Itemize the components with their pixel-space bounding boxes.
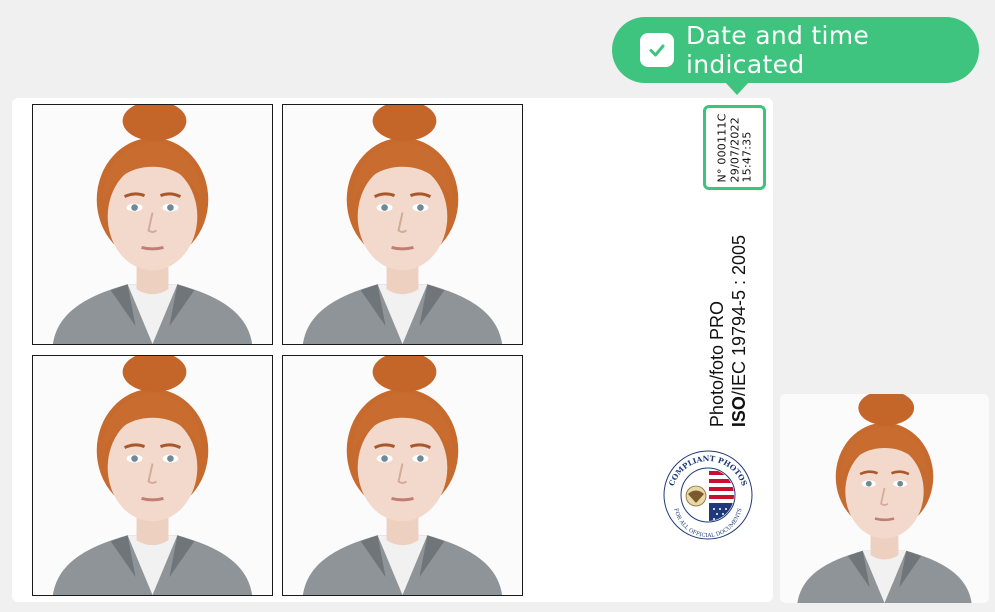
iso-standard: ISO/IEC 19794-5 : 2005: [728, 234, 750, 426]
date-time-tooltip: Date and time indicated: [612, 17, 979, 95]
portrait-image: [283, 356, 522, 595]
passport-photo: [282, 104, 523, 345]
stamp-date: 29/07/2022: [727, 116, 741, 182]
tooltip-label: Date and time indicated: [686, 21, 870, 79]
brand-name: Photo/foto PRO: [707, 300, 727, 427]
portrait-image: [780, 394, 989, 603]
date-time-stamp: N° 000111C 29/07/2022 15:47:35: [703, 105, 766, 190]
brand-block: Photo/foto PRO ISO/IEC 19794-5 : 2005: [702, 228, 754, 433]
portrait-image: [33, 105, 272, 344]
stamp-time: 15:47:35: [739, 130, 753, 182]
passport-photo: [32, 355, 273, 596]
single-passport-photo: [780, 394, 989, 603]
passport-photo: [282, 355, 523, 596]
iso-bold: ISO: [729, 395, 749, 427]
compliant-photos-seal-icon: COMPLIANT PHOTOS FOR ALL OFFICIAL DOCUME…: [662, 449, 754, 541]
stamp-number: N° 000111C: [714, 113, 728, 182]
portrait-image: [283, 105, 522, 344]
portrait-image: [33, 356, 272, 595]
iso-rest: /IEC 19794-5 : 2005: [729, 234, 749, 396]
passport-photo: [32, 104, 273, 345]
photo-sheet: N° 000111C 29/07/2022 15:47:35 Photo/fot…: [12, 98, 773, 602]
check-icon: [640, 33, 674, 67]
